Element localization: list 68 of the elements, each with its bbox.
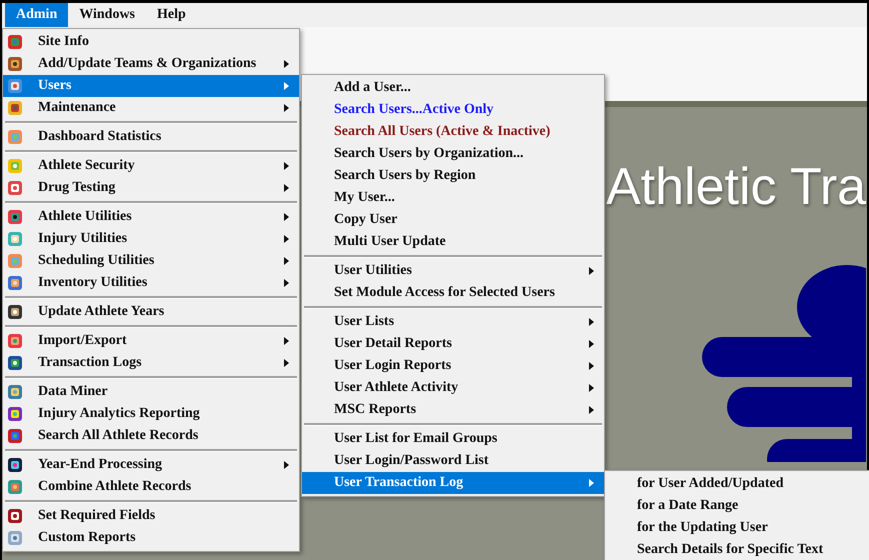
menu-item[interactable]: Search Users...Active Only <box>302 99 604 121</box>
menu-item[interactable]: Maintenance <box>3 97 299 119</box>
menu-item[interactable]: Search Users by Organization... <box>302 143 604 165</box>
menu-item[interactable]: Athlete Utilities <box>3 206 299 228</box>
app-icon <box>7 209 23 225</box>
menu-item[interactable]: Set Module Access for Selected Users <box>302 282 604 304</box>
app-icon <box>7 34 23 50</box>
menu-item[interactable]: for User Added/Updated <box>605 473 869 495</box>
app-icon <box>7 129 23 145</box>
menu-bar-item[interactable]: Windows <box>68 3 146 27</box>
menu-item[interactable]: Injury Analytics Reporting <box>3 403 299 425</box>
menu-item[interactable]: Search All Users (Active & Inactive) <box>302 121 604 143</box>
menu-item[interactable]: User Lists <box>302 311 604 333</box>
menu-item[interactable]: Search Users by Region <box>302 165 604 187</box>
menu-item[interactable]: Add/Update Teams & Organizations <box>3 53 299 75</box>
menu-item[interactable]: Users <box>3 75 299 97</box>
banner-title: Athletic Tra <box>606 157 866 217</box>
menu-item[interactable]: Dashboard Statistics <box>3 126 299 148</box>
menu-item[interactable]: User Utilities <box>302 260 604 282</box>
app-icon <box>7 231 23 247</box>
menu-item[interactable]: Search All Athlete Records <box>3 425 299 447</box>
menu-item[interactable]: Drug Testing <box>3 177 299 199</box>
app-icon <box>7 253 23 269</box>
app-icon <box>7 457 23 473</box>
menu-item[interactable]: MSC Reports <box>302 399 604 421</box>
app-icon <box>7 158 23 174</box>
menu-item[interactable]: for the Updating User <box>605 517 869 539</box>
menu-item[interactable]: Set Required Fields <box>3 505 299 527</box>
menu-item[interactable]: Scheduling Utilities <box>3 250 299 272</box>
menu-item[interactable]: Site Info <box>3 31 299 53</box>
menu-bar-item[interactable]: Help <box>146 3 197 27</box>
app-icon <box>7 406 23 422</box>
menu-item[interactable]: Athlete Security <box>3 155 299 177</box>
app-icon <box>7 355 23 371</box>
menu-item[interactable]: Injury Utilities <box>3 228 299 250</box>
app-icon <box>7 384 23 400</box>
menu-item[interactable]: Multi User Update <box>302 231 604 253</box>
menu-item[interactable]: Search Details for Specific Text <box>605 539 869 560</box>
app-icon <box>7 479 23 495</box>
app-icon <box>7 100 23 116</box>
menu-item[interactable]: Year-End Processing <box>3 454 299 476</box>
menu-item[interactable]: User Transaction Log <box>302 472 604 494</box>
menu-item[interactable]: Transaction Logs <box>3 352 299 374</box>
app-icon <box>7 530 23 546</box>
app-icon <box>7 180 23 196</box>
menu-item[interactable]: User Athlete Activity <box>302 377 604 399</box>
menu-item[interactable]: Update Athlete Years <box>3 301 299 323</box>
menu-item[interactable]: User Login/Password List <box>302 450 604 472</box>
menu-item[interactable]: Inventory Utilities <box>3 272 299 294</box>
menu-item[interactable]: Import/Export <box>3 330 299 352</box>
menu-item[interactable]: User Detail Reports <box>302 333 604 355</box>
app-icon <box>7 508 23 524</box>
app-icon <box>7 78 23 94</box>
menu-item[interactable]: Custom Reports <box>3 527 299 549</box>
app-icon <box>7 56 23 72</box>
app-icon <box>7 333 23 349</box>
menu-item[interactable]: User List for Email Groups <box>302 428 604 450</box>
menu-item[interactable]: for a Date Range <box>605 495 869 517</box>
menu-item[interactable]: Copy User <box>302 209 604 231</box>
app-icon <box>7 275 23 291</box>
app-icon <box>7 304 23 320</box>
menu-item[interactable]: My User... <box>302 187 604 209</box>
menu-bar-item[interactable]: Admin <box>5 3 68 27</box>
menu-item[interactable]: Data Miner <box>3 381 299 403</box>
menu-item[interactable]: Combine Athlete Records <box>3 476 299 498</box>
menu-item[interactable]: User Login Reports <box>302 355 604 377</box>
menu-item[interactable]: Add a User... <box>302 77 604 99</box>
app-icon <box>7 428 23 444</box>
